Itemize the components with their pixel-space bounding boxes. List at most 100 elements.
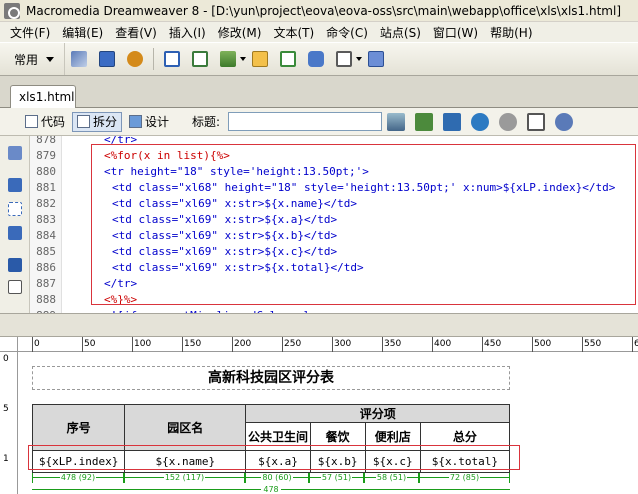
- ruler-label: 300: [334, 339, 352, 349]
- menu-file[interactable]: 文件(F): [4, 24, 56, 41]
- select-parent-tag-icon[interactable]: [8, 258, 22, 272]
- browser-check-icon[interactable]: [415, 112, 434, 131]
- split-view-label: 拆分: [93, 115, 118, 129]
- line-number: 883: [36, 213, 56, 226]
- line-number: 887: [36, 277, 56, 290]
- table-button[interactable]: [161, 48, 183, 70]
- design-view[interactable]: 高新科技园区评分表 序号 园区名 评分项 公共卫生间 餐饮 便利店 总分 ${x…: [18, 352, 638, 494]
- ruler-tick: [332, 337, 333, 352]
- document-title-input[interactable]: [228, 112, 383, 131]
- image-icon: [220, 51, 237, 67]
- code-view-button[interactable]: 代码: [20, 112, 70, 132]
- menu-edit[interactable]: 编辑(E): [56, 24, 109, 41]
- expand-all-icon[interactable]: [8, 226, 22, 240]
- insert-category-dropdown[interactable]: 常用: [0, 43, 66, 75]
- column-width-label: 58 (51): [364, 473, 419, 483]
- code-line[interactable]: 885 <td class="xl69" x:str>${x.c}</td>: [30, 244, 638, 260]
- code-text[interactable]: </tr>: [60, 136, 137, 148]
- ruler-tick: [132, 337, 133, 352]
- ruler-label: 400: [434, 339, 452, 349]
- code-line[interactable]: 882 <td class="xl69" x:str>${x.name}</td>: [30, 196, 638, 212]
- template-icon: [336, 51, 353, 67]
- collapse-icon[interactable]: [8, 178, 22, 192]
- code-text[interactable]: <%for(x in list){%>: [60, 148, 230, 164]
- split-view-button[interactable]: 拆分: [72, 111, 123, 132]
- design-view-button[interactable]: 设计: [124, 112, 174, 132]
- code-line[interactable]: 888 <%}%>: [30, 292, 638, 308]
- code-text[interactable]: <td class="xl69" x:str>${x.total}</td>: [60, 260, 364, 276]
- open-documents-icon[interactable]: [8, 146, 22, 160]
- table-width-indicator: 478: [32, 485, 510, 494]
- ruler-label: 250: [284, 339, 302, 349]
- menu-bar: 文件(F) 编辑(E) 查看(V) 插入(I) 修改(M) 文本(T) 命令(C…: [0, 22, 638, 42]
- menu-window[interactable]: 窗口(W): [427, 24, 484, 41]
- ruler-tick: [382, 337, 383, 352]
- ruler-tick: [232, 337, 233, 352]
- code-text[interactable]: <td class="xl69" x:str>${x.c}</td>: [60, 244, 337, 260]
- layer-button[interactable]: [189, 48, 211, 70]
- ruler-origin[interactable]: [0, 337, 18, 352]
- comment-icon: [308, 51, 325, 67]
- comment-button[interactable]: [305, 48, 327, 70]
- templates-button[interactable]: [333, 48, 355, 70]
- ruler-label: 500: [534, 339, 552, 349]
- table-icon: [164, 51, 181, 67]
- header-index: 序号: [31, 404, 126, 451]
- balance-braces-icon[interactable]: [8, 280, 22, 294]
- code-text[interactable]: <td class="xl69" x:str>${x.a}</td>: [60, 212, 337, 228]
- ruler-tick: [482, 337, 483, 352]
- visual-aids-icon[interactable]: [555, 112, 574, 131]
- menu-help[interactable]: 帮助(H): [484, 24, 538, 41]
- code-line[interactable]: 887 </tr>: [30, 276, 638, 292]
- code-line[interactable]: 884 <td class="xl69" x:str>${x.b}</td>: [30, 228, 638, 244]
- header-group: 评分项: [245, 404, 510, 423]
- ruler-tick: [282, 337, 283, 352]
- hyperlink-button[interactable]: [68, 48, 90, 70]
- code-text[interactable]: <td class="xl68" height="18" style='heig…: [60, 180, 615, 196]
- date-button[interactable]: [277, 48, 299, 70]
- view-options-icon[interactable]: [527, 112, 546, 131]
- menu-text[interactable]: 文本(T): [267, 24, 320, 41]
- highlight-box-design: [28, 445, 520, 470]
- ruler-label: 150: [184, 339, 202, 349]
- split-divider[interactable]: [0, 313, 638, 337]
- validate-icon[interactable]: [387, 112, 406, 131]
- code-pane[interactable]: 878 </tr> 879 <%for(x in list){%> 880 <tr hei…: [0, 136, 638, 313]
- code-line[interactable]: 886 <td class="xl69" x:str>${x.total}</td…: [30, 260, 638, 276]
- file-management-icon[interactable]: [443, 112, 462, 131]
- code-text[interactable]: <td class="xl69" x:str>${x.name}</td>: [60, 196, 357, 212]
- code-line[interactable]: 878 </tr>: [30, 136, 638, 148]
- split-view-icon: [77, 115, 91, 128]
- window-title: Macromedia Dreamweaver 8 - [D:\yun\proje…: [26, 3, 622, 18]
- layer-icon: [192, 51, 209, 67]
- media-button[interactable]: [249, 48, 271, 70]
- ruler-label: 5: [3, 404, 9, 414]
- code-line[interactable]: 883 <td class="xl69" x:str>${x.a}</td>: [30, 212, 638, 228]
- code-text[interactable]: </tr>: [60, 276, 137, 292]
- images-button[interactable]: [217, 48, 239, 70]
- named-anchor-button[interactable]: [124, 48, 146, 70]
- line-number: 879: [36, 149, 56, 162]
- menu-insert[interactable]: 插入(I): [163, 24, 212, 41]
- code-line[interactable]: 880 <tr height="18" style='height:13.50pt…: [30, 164, 638, 180]
- coding-toolbar: [0, 136, 30, 313]
- chevron-down-icon[interactable]: [240, 57, 247, 61]
- menu-site[interactable]: 站点(S): [374, 24, 427, 41]
- preview-browser-icon[interactable]: [471, 112, 490, 131]
- tag-chooser-button[interactable]: [365, 48, 387, 70]
- menu-view[interactable]: 查看(V): [109, 24, 163, 41]
- chevron-down-icon[interactable]: [356, 57, 363, 61]
- code-text[interactable]: <%}%>: [60, 292, 137, 308]
- collapse-selection-icon[interactable]: [8, 202, 22, 216]
- refresh-icon[interactable]: [499, 112, 518, 131]
- code-line[interactable]: 881 <td class="xl68" height="18" style='h…: [30, 180, 638, 196]
- code-line[interactable]: 879 <%for(x in list){%>: [30, 148, 638, 164]
- menu-commands[interactable]: 命令(C): [320, 24, 374, 41]
- code-text[interactable]: <tr height="18" style='height:13.50pt;'>: [60, 164, 369, 180]
- line-number: 885: [36, 245, 56, 258]
- document-tab[interactable]: xls1.html: [10, 85, 76, 108]
- email-link-button[interactable]: [96, 48, 118, 70]
- ruler-tick: [532, 337, 533, 352]
- menu-modify[interactable]: 修改(M): [212, 24, 268, 41]
- code-text[interactable]: <td class="xl69" x:str>${x.b}</td>: [60, 228, 337, 244]
